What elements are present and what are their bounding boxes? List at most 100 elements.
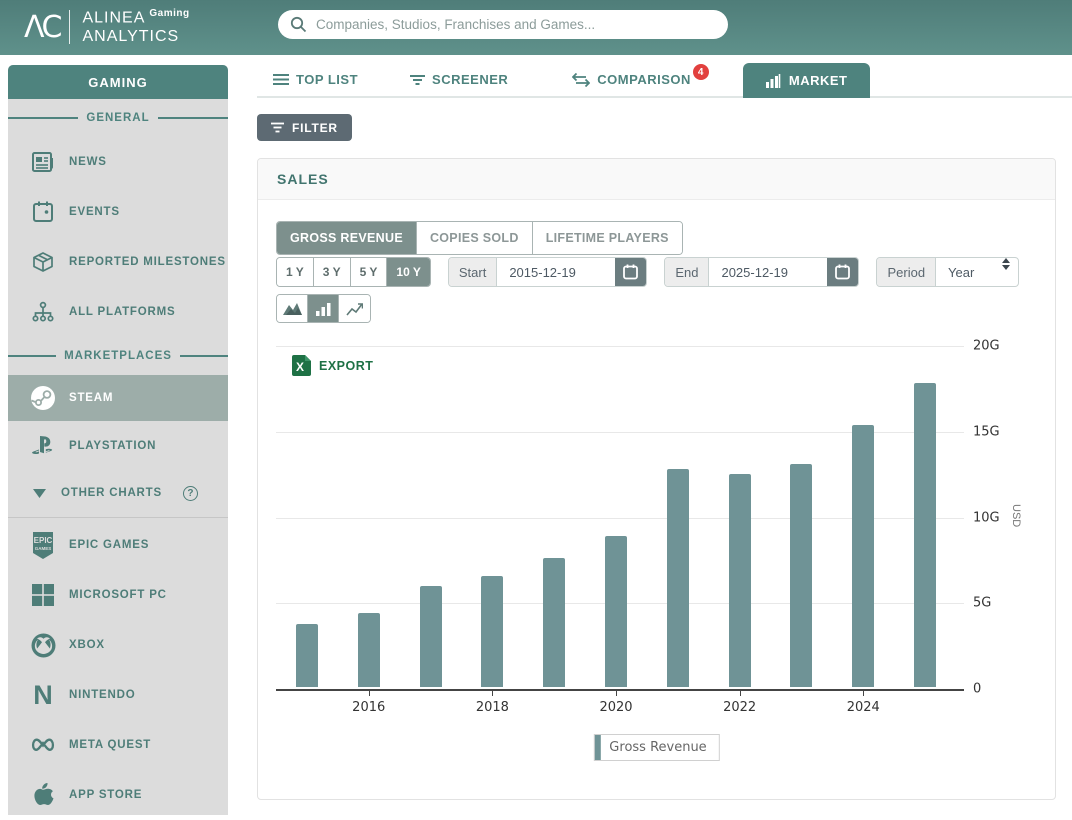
x-tick-label: 2024 bbox=[846, 700, 880, 715]
search-placeholder: Companies, Studios, Franchises and Games… bbox=[316, 17, 596, 32]
sidebar-item-all-platforms[interactable]: ALL PLATFORMS bbox=[8, 287, 228, 337]
tab-gross-revenue[interactable]: GROSS REVENUE bbox=[277, 222, 417, 254]
chart-controls: 1 Y 3 Y 5 Y 10 Y Start 2015-12-19 End 20… bbox=[276, 257, 1020, 287]
tab-copies-sold[interactable]: COPIES SOLD bbox=[416, 222, 533, 254]
sales-card-title: SALES bbox=[258, 159, 1055, 200]
y-tick-label: 15G bbox=[973, 424, 1000, 440]
tab-lifetime-players[interactable]: LIFETIME PLAYERS bbox=[532, 222, 682, 254]
x-tick-label: 2022 bbox=[723, 700, 757, 715]
apple-icon bbox=[30, 782, 56, 808]
logo-mark: ΛC bbox=[24, 9, 63, 45]
help-icon[interactable]: ? bbox=[182, 485, 198, 501]
tab-market[interactable]: MARKET bbox=[742, 63, 870, 98]
sidebar-item-steam[interactable]: STEAM bbox=[8, 375, 228, 421]
start-date-input[interactable]: 2015-12-19 bbox=[497, 258, 616, 286]
sidebar-item-news[interactable]: NEWS bbox=[8, 137, 228, 187]
bar-2019[interactable] bbox=[543, 558, 566, 687]
end-calendar-button[interactable] bbox=[827, 258, 859, 286]
period-label: Period bbox=[877, 258, 937, 286]
bar-2016[interactable] bbox=[357, 613, 380, 687]
nintendo-icon: N bbox=[33, 679, 53, 710]
plot-area: 0 5G 10G 15G 20G 2016 2018 2020 2022 2024 bbox=[276, 339, 1000, 715]
bar-2022[interactable] bbox=[728, 474, 751, 687]
main-tab-bar: TOP LIST SCREENER COMPARISON 4 MARKET bbox=[257, 63, 1072, 98]
sidebar-section-marketplaces: MARKETPLACES bbox=[8, 337, 228, 375]
end-date-input[interactable]: 2025-12-19 bbox=[709, 258, 828, 286]
calendar-icon bbox=[835, 264, 851, 280]
xbox-icon bbox=[30, 632, 56, 658]
range-3y-button[interactable]: 3 Y bbox=[313, 258, 351, 286]
filter-button[interactable]: FILTER bbox=[257, 114, 352, 141]
tab-top-list[interactable]: TOP LIST bbox=[265, 72, 366, 96]
app-logo[interactable]: ΛC ALINEA Gaming ANALYTICS bbox=[24, 8, 190, 46]
y-tick-label: 5G bbox=[973, 595, 992, 611]
sidebar-title-gaming[interactable]: GAMING bbox=[8, 65, 228, 99]
area-chart-icon bbox=[282, 303, 302, 315]
start-calendar-button[interactable] bbox=[615, 258, 647, 286]
line-chart-icon bbox=[346, 302, 363, 316]
newspaper-icon bbox=[30, 149, 56, 175]
calendar-icon bbox=[623, 264, 639, 280]
compare-arrows-icon bbox=[572, 72, 591, 87]
range-1y-button[interactable]: 1 Y bbox=[277, 258, 314, 286]
legend-label: Gross Revenue bbox=[609, 740, 707, 755]
list-icon bbox=[273, 73, 289, 86]
sidebar-item-xbox[interactable]: XBOX bbox=[8, 620, 228, 670]
bar-2018[interactable] bbox=[481, 575, 504, 687]
sidebar-item-epic-games[interactable]: EPIC GAMES EPIC GAMES bbox=[8, 520, 228, 570]
bar-2025[interactable] bbox=[914, 383, 937, 687]
tab-comparison[interactable]: COMPARISON 4 bbox=[564, 64, 709, 96]
package-icon bbox=[30, 249, 56, 275]
bar-2017[interactable] bbox=[419, 585, 442, 687]
sidebar-item-playstation[interactable]: PLAYSTATION bbox=[8, 421, 228, 471]
range-5y-button[interactable]: 5 Y bbox=[350, 258, 388, 286]
period-select[interactable]: Year bbox=[936, 258, 1001, 286]
sidebar-item-other-charts[interactable]: OTHER CHARTS ? bbox=[8, 471, 228, 515]
sidebar-item-reported-milestones[interactable]: REPORTED MILESTONES bbox=[8, 237, 228, 287]
start-date-label: Start bbox=[448, 258, 498, 286]
comparison-badge: 4 bbox=[692, 64, 709, 80]
sidebar-item-events[interactable]: EVENTS bbox=[8, 187, 228, 237]
sidebar-item-nintendo[interactable]: N NINTENDO bbox=[8, 670, 228, 720]
x-axis-tick bbox=[863, 689, 865, 696]
bar-2023[interactable] bbox=[790, 464, 813, 687]
line-chart-button[interactable] bbox=[339, 295, 370, 322]
funnel-icon bbox=[271, 122, 284, 133]
x-tick-label: 2016 bbox=[352, 700, 386, 715]
x-tick-label: 2020 bbox=[599, 700, 633, 715]
filter-lines-icon bbox=[410, 74, 426, 86]
select-arrows-icon[interactable] bbox=[1002, 258, 1011, 286]
search-icon bbox=[290, 16, 307, 33]
playstation-icon bbox=[30, 433, 56, 459]
metric-tab-group: GROSS REVENUE COPIES SOLD LIFETIME PLAYE… bbox=[276, 221, 683, 255]
bar-2024[interactable] bbox=[852, 424, 875, 687]
bar-2020[interactable] bbox=[605, 536, 627, 687]
bar-chart-icon bbox=[315, 302, 330, 316]
svg-text:GAMES: GAMES bbox=[35, 546, 52, 551]
chevron-down-icon bbox=[30, 480, 48, 506]
sales-card: SALES GROSS REVENUE COPIES SOLD LIFETIME… bbox=[257, 158, 1056, 800]
range-10y-button[interactable]: 10 Y bbox=[387, 258, 430, 286]
sidebar-item-app-store[interactable]: APP STORE bbox=[8, 770, 228, 820]
brand-text: ALINEA Gaming ANALYTICS bbox=[82, 8, 189, 46]
sitemap-icon bbox=[30, 299, 56, 325]
app-header: ΛC ALINEA Gaming ANALYTICS Companies, Stu… bbox=[0, 0, 1072, 55]
y-tick-label: 20G bbox=[973, 338, 1000, 354]
tab-screener[interactable]: SCREENER bbox=[402, 72, 516, 96]
legend-gross-revenue[interactable]: Gross Revenue bbox=[593, 734, 720, 761]
bar-2021[interactable] bbox=[666, 469, 689, 687]
bar-2015[interactable] bbox=[295, 623, 318, 687]
period-field: Period Year bbox=[876, 257, 1020, 287]
area-chart-button[interactable] bbox=[277, 295, 308, 322]
range-button-group: 1 Y 3 Y 5 Y 10 Y bbox=[276, 257, 431, 287]
sidebar-item-microsoft-pc[interactable]: MICROSOFT PC bbox=[8, 570, 228, 620]
brand-subtitle: ANALYTICS bbox=[82, 28, 180, 46]
bar-chart-button[interactable] bbox=[308, 295, 339, 322]
sidebar-item-meta-quest[interactable]: META QUEST bbox=[8, 720, 228, 770]
logo-divider bbox=[69, 10, 71, 45]
sidebar-divider bbox=[8, 517, 228, 518]
gridline bbox=[276, 346, 964, 347]
x-tick-label: 2018 bbox=[475, 700, 509, 715]
global-search-input[interactable]: Companies, Studios, Franchises and Games… bbox=[278, 10, 728, 39]
x-axis-tick bbox=[739, 689, 741, 696]
